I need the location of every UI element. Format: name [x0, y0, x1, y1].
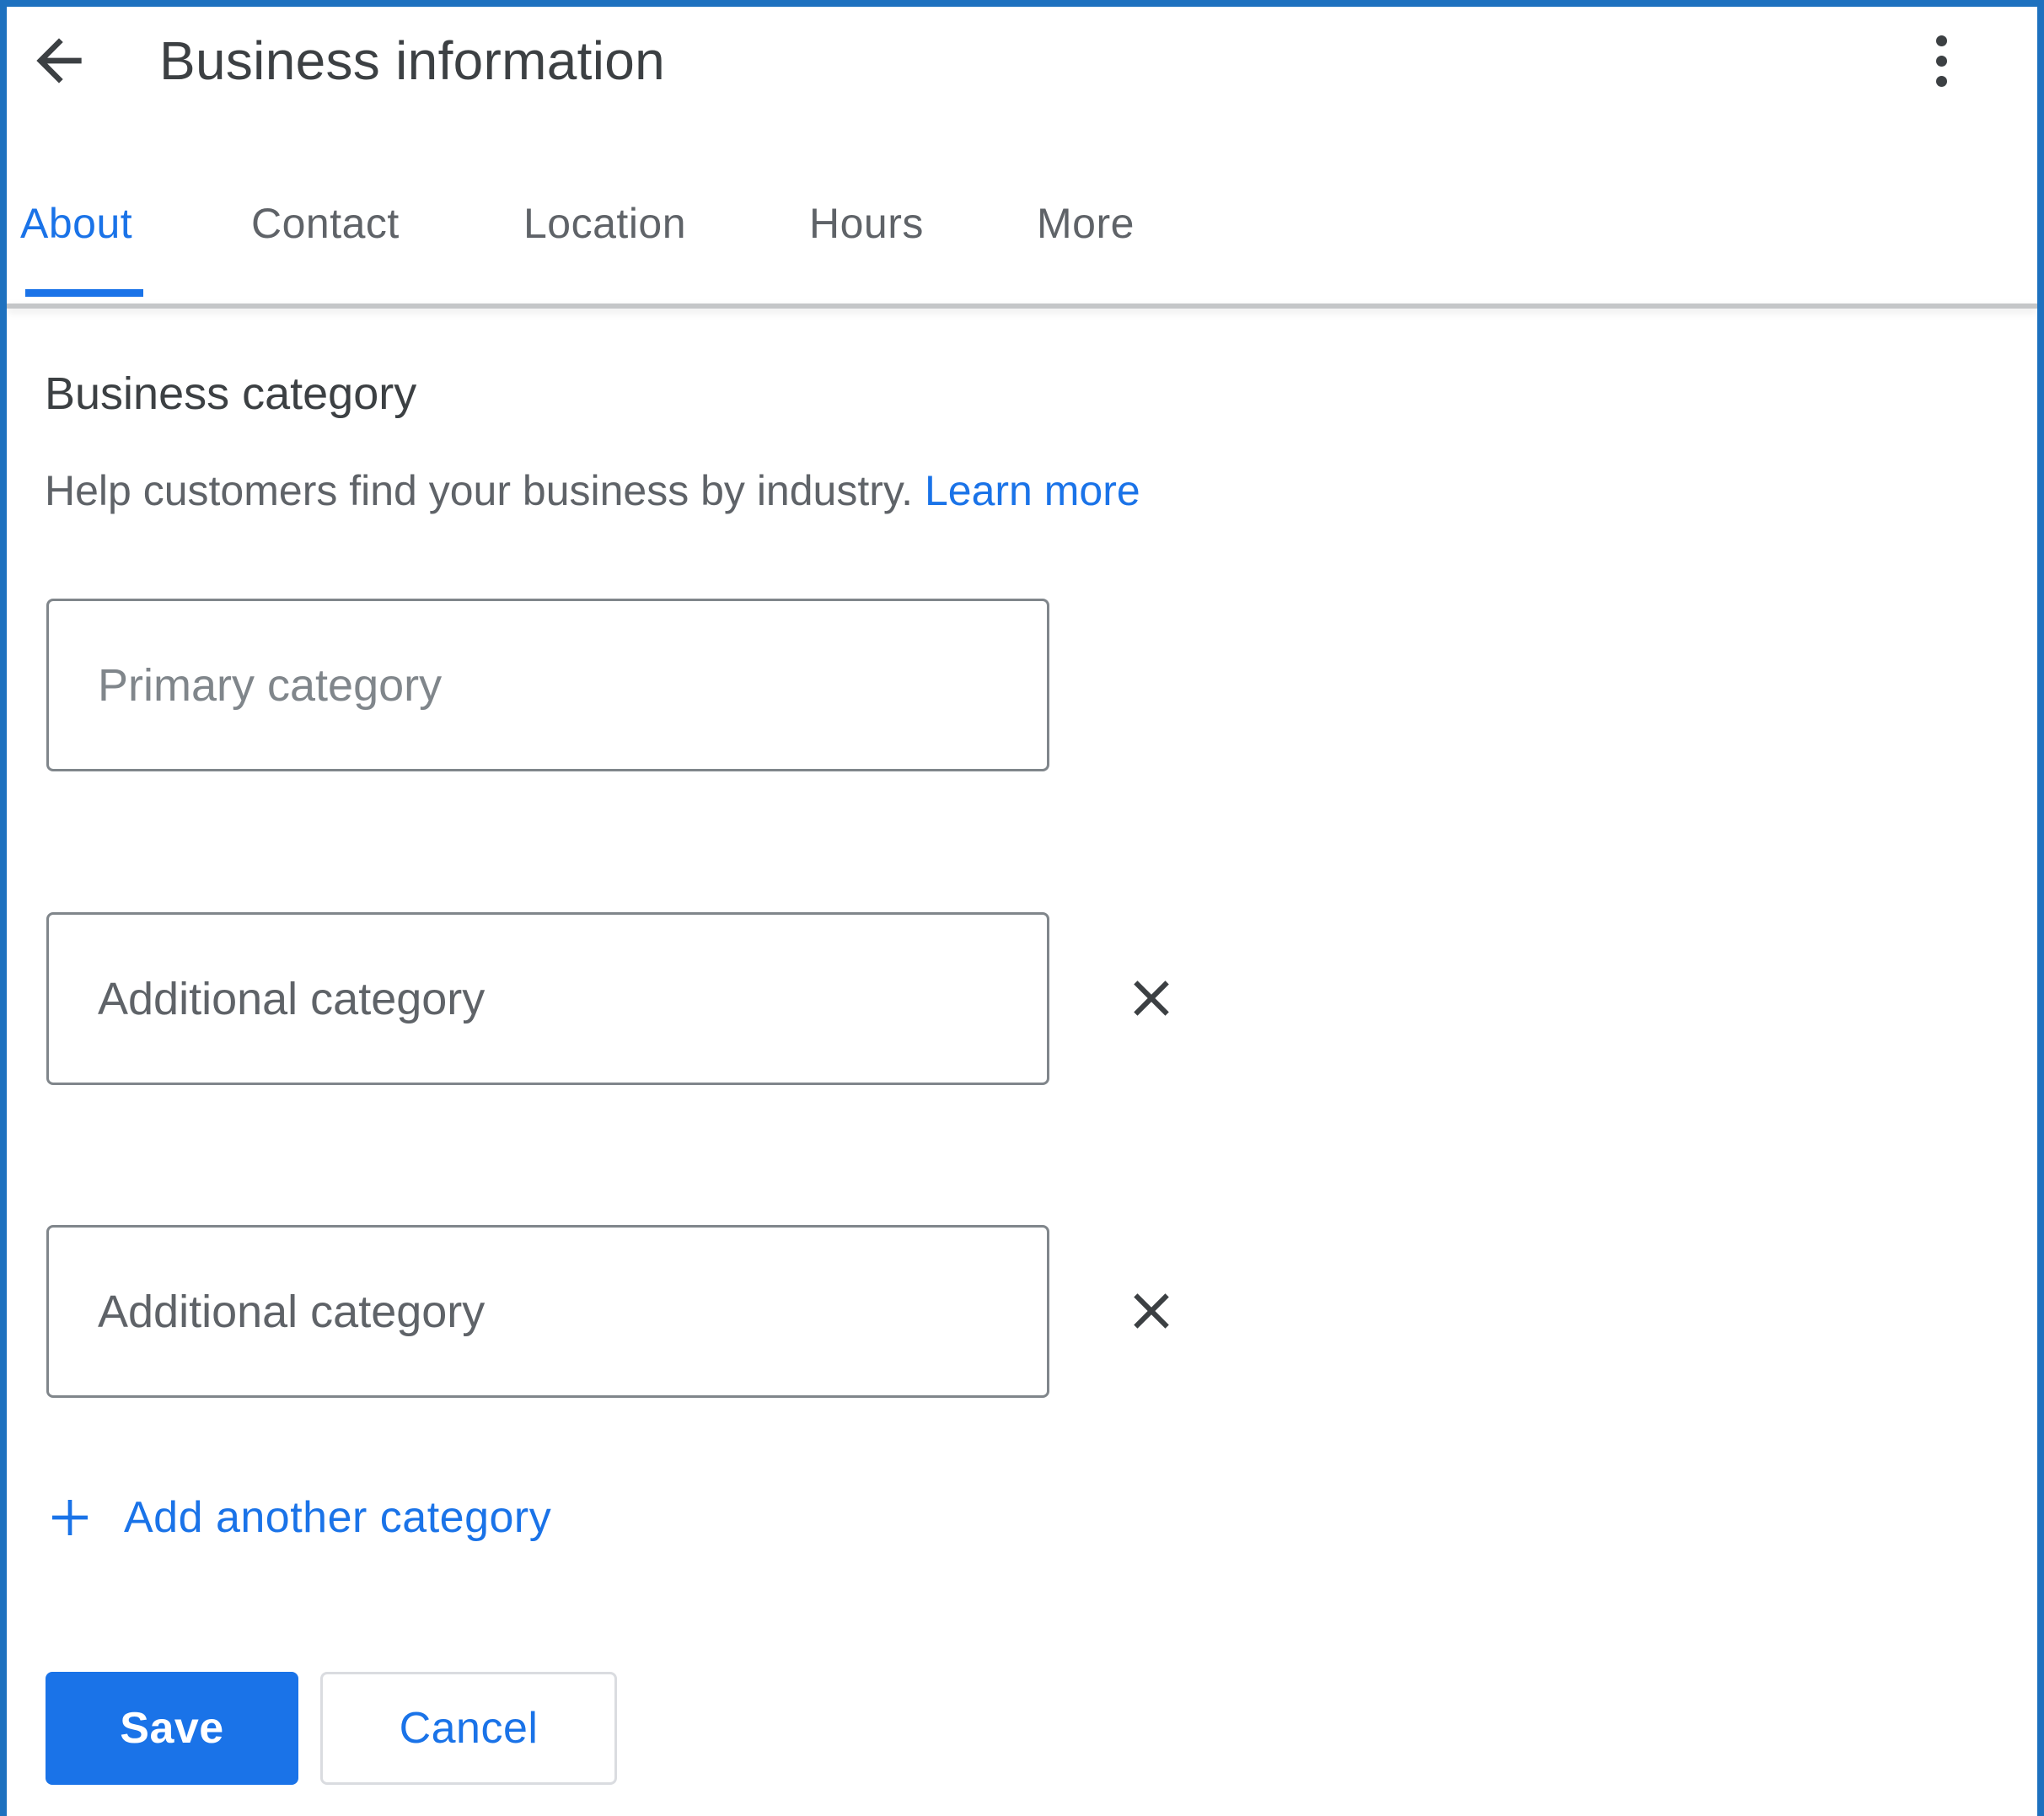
learn-more-link[interactable]: Learn more — [925, 467, 1140, 514]
primary-category-field[interactable] — [46, 599, 1049, 771]
more-vert-icon — [1936, 35, 1947, 46]
more-vert-icon-dot — [1936, 76, 1947, 87]
help-description: Help customers find your business by ind… — [45, 467, 925, 514]
additional-category-input[interactable] — [98, 915, 1008, 1083]
primary-category-input[interactable] — [98, 601, 1008, 769]
cancel-button[interactable]: Cancel — [320, 1672, 617, 1785]
tab-hours[interactable]: Hours — [809, 190, 924, 257]
active-tab-indicator — [25, 289, 143, 297]
add-category-label: Add another category — [124, 1493, 552, 1542]
additional-category-input[interactable] — [98, 1228, 1008, 1395]
back-button[interactable] — [25, 27, 93, 94]
plus-icon — [52, 1500, 88, 1535]
page-title: Business information — [159, 30, 666, 91]
tab-location[interactable]: Location — [523, 190, 686, 257]
section-title: Business category — [45, 368, 417, 419]
additional-category-field[interactable] — [46, 912, 1049, 1085]
arrow-left-icon — [36, 38, 82, 83]
tab-contact[interactable]: Contact — [251, 190, 400, 257]
additional-category-field[interactable] — [46, 1225, 1049, 1398]
more-vert-icon-dot — [1936, 56, 1947, 67]
more-options-button[interactable] — [1912, 25, 1971, 101]
remove-category-button[interactable] — [1113, 1272, 1190, 1350]
save-button[interactable]: Save — [46, 1672, 298, 1785]
app-header: Business information About Contact Locat… — [0, 0, 2044, 305]
close-icon — [1134, 1293, 1169, 1329]
tab-about[interactable]: About — [20, 190, 132, 257]
remove-category-button[interactable] — [1113, 959, 1190, 1037]
tab-more[interactable]: More — [1037, 190, 1135, 257]
add-category-link[interactable]: Add another category — [46, 1484, 551, 1551]
help-text: Help customers find your business by ind… — [45, 462, 1140, 519]
close-icon — [1134, 981, 1169, 1016]
header-divider — [7, 304, 2037, 309]
tab-bar: About Contact Location Hours More — [0, 190, 2040, 299]
